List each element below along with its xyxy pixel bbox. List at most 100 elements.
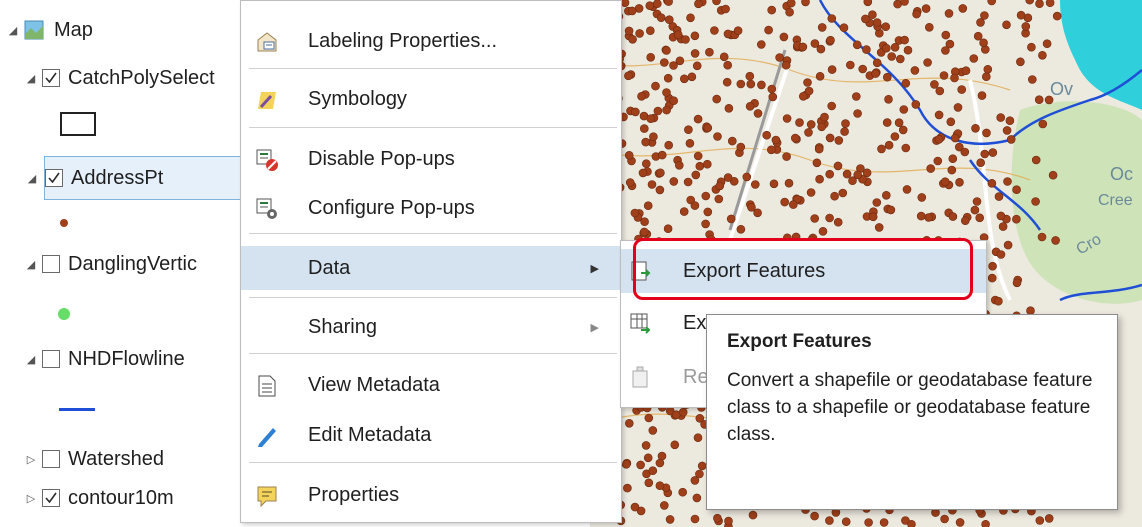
layer-checkbox[interactable] (45, 169, 63, 187)
address-point (806, 120, 816, 129)
address-point (637, 92, 646, 101)
address-point (834, 136, 844, 145)
address-point (868, 10, 877, 19)
address-point (703, 207, 713, 217)
menu-item-configure-popups[interactable]: Configure Pop-ups (241, 188, 621, 228)
collapse-arrow-icon[interactable]: ◢ (24, 353, 38, 366)
layer-checkbox[interactable] (42, 489, 60, 507)
address-point (660, 58, 669, 67)
address-point (728, 136, 737, 146)
address-point (714, 194, 724, 204)
toc-layer-row[interactable]: ◢ CatchPolySelect (24, 62, 215, 94)
address-point (710, 26, 719, 35)
expand-arrow-icon[interactable]: ▷ (24, 453, 38, 466)
menu-item-data[interactable]: Data ▶ (241, 246, 621, 290)
address-point (695, 161, 705, 171)
address-point (815, 174, 824, 184)
address-point (977, 91, 987, 100)
address-point (678, 407, 688, 417)
collapse-arrow-icon[interactable]: ◢ (24, 72, 38, 85)
layer-checkbox[interactable] (42, 255, 60, 273)
toc-layer-row[interactable]: ▷ contour10m (24, 482, 174, 514)
address-point (679, 207, 689, 216)
address-point (926, 164, 936, 173)
expand-arrow-icon[interactable]: ▷ (24, 492, 38, 505)
address-point (960, 147, 970, 157)
address-point (933, 156, 943, 166)
legend-hollow-rect (60, 112, 96, 136)
address-point (641, 137, 651, 147)
address-point (655, 458, 665, 468)
address-point (644, 478, 654, 488)
address-point (921, 4, 931, 13)
address-point (723, 60, 732, 70)
address-point (825, 133, 835, 143)
layer-name: Watershed (68, 447, 164, 470)
toc-layer-row-selected[interactable]: ◢ AddressPt (28, 156, 242, 200)
menu-item-edit-metadata[interactable]: Edit Metadata (241, 415, 621, 455)
address-point (1038, 50, 1047, 60)
address-point (827, 14, 837, 23)
address-point (651, 81, 660, 91)
address-point (623, 483, 632, 493)
menu-item-view-metadata[interactable]: View Metadata (241, 365, 621, 405)
address-point (751, 180, 760, 189)
toc-layer-row[interactable]: ◢ NHDFlowline (24, 343, 185, 375)
address-point (924, 22, 934, 32)
address-point (736, 79, 746, 89)
menu-item-symbology[interactable]: Symbology (241, 79, 621, 119)
address-point (713, 513, 722, 523)
address-point (955, 518, 965, 527)
address-point (944, 9, 954, 18)
collapse-arrow-icon[interactable]: ◢ (6, 24, 20, 37)
address-point (641, 441, 651, 450)
address-point (890, 132, 900, 141)
layer-checkbox[interactable] (42, 450, 60, 468)
menu-separator (249, 127, 617, 128)
address-point (685, 139, 695, 148)
address-point (639, 124, 649, 133)
address-point (957, 85, 967, 94)
address-point (767, 5, 776, 15)
address-point (660, 501, 669, 510)
address-point (886, 205, 896, 215)
address-point (934, 110, 944, 120)
menu-item-disable-popups[interactable]: Disable Pop-ups (241, 139, 621, 179)
address-point (940, 514, 949, 524)
address-point (872, 58, 882, 68)
address-point (655, 481, 665, 491)
address-point (826, 35, 835, 45)
repair-icon (632, 366, 648, 388)
address-point (969, 54, 979, 63)
menu-item-labeling-properties[interactable]: Labeling Properties... (241, 21, 621, 61)
address-point (675, 161, 684, 170)
address-point (899, 105, 909, 114)
toc-layer-row[interactable]: ▷ Watershed (24, 443, 164, 475)
address-point (948, 154, 958, 163)
toc-map-row[interactable]: ◢ Map (6, 14, 93, 46)
address-point (987, 273, 997, 283)
address-point (624, 26, 634, 36)
collapse-arrow-icon[interactable]: ◢ (24, 258, 38, 271)
address-point (624, 418, 634, 428)
address-point (795, 118, 804, 127)
address-point (864, 518, 873, 527)
address-point (960, 216, 970, 225)
address-point (1037, 232, 1047, 242)
layer-checkbox[interactable] (42, 69, 60, 87)
map-label: Oc (1110, 164, 1133, 184)
menu-item-sharing[interactable]: Sharing ▶ (241, 307, 621, 347)
collapse-arrow-icon[interactable]: ◢ (25, 172, 39, 185)
address-point (982, 128, 991, 138)
address-point (950, 73, 959, 83)
address-point (764, 25, 773, 35)
address-point (981, 520, 990, 527)
disable-popups-icon (256, 149, 278, 171)
address-point (712, 94, 721, 104)
address-point (630, 502, 640, 512)
toc-layer-row[interactable]: ◢ DanglingVertic (24, 248, 197, 280)
address-point (746, 79, 756, 89)
layer-checkbox[interactable] (42, 350, 60, 368)
address-point (987, 179, 997, 188)
menu-item-properties[interactable]: Properties (241, 475, 621, 515)
